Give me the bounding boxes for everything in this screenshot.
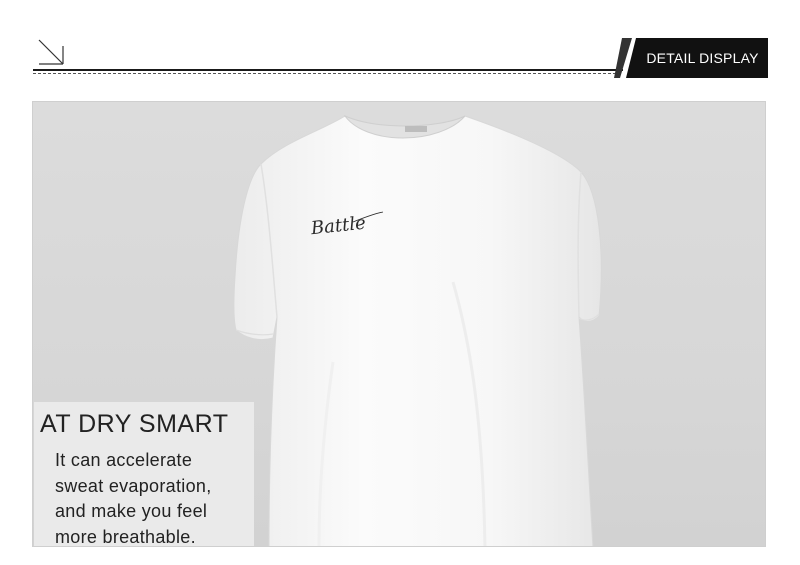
detail-display-tag: DETAIL DISPLAY [646,50,759,66]
header-divider [33,69,623,71]
product-image-frame: Battle AT DRY SMART It can accelerate sw… [32,101,766,547]
feature-line: sweat evaporation, [55,475,212,496]
feature-line: more breathable. [55,526,196,547]
arrow-down-right-icon [38,39,64,65]
feature-description: It can accelerate sweat evaporation, and… [55,448,212,547]
feature-line: and make you feel [55,501,208,521]
header-dashed-divider [33,73,621,74]
feature-line: It can accelerate [55,450,193,470]
feature-panel: AT DRY SMART It can accelerate sweat eva… [34,402,254,547]
feature-title: AT DRY SMART [40,410,229,438]
